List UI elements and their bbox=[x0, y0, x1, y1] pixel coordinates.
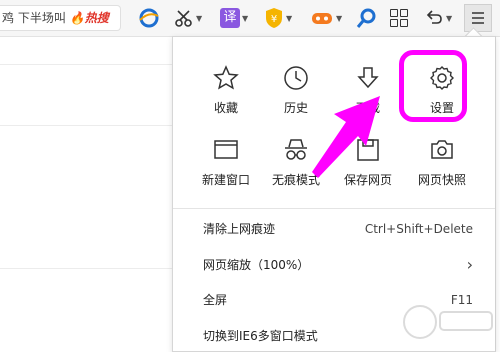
chevron-down-icon: ▼ bbox=[286, 13, 293, 23]
ie6-mode-label: 切换到IE6多窗口模式 bbox=[203, 329, 318, 343]
menu-button[interactable] bbox=[464, 4, 492, 32]
scissors-icon[interactable]: ▼ bbox=[174, 6, 202, 30]
search-icon[interactable] bbox=[356, 6, 378, 30]
translate-icon: 译 bbox=[220, 8, 240, 28]
clear-traces-shortcut: Ctrl+Shift+Delete bbox=[364, 222, 473, 236]
new-window-button[interactable]: 新建窗口 bbox=[191, 135, 261, 199]
shield-icon[interactable]: ¥ ▼ bbox=[264, 6, 292, 30]
clear-traces-item[interactable]: 清除上网痕迹 Ctrl+Shift+Delete bbox=[173, 214, 495, 244]
zoom-item[interactable]: 网页缩放（100%） › bbox=[173, 250, 495, 280]
menu-icon bbox=[472, 12, 484, 24]
favorites-label: 收藏 bbox=[213, 101, 238, 115]
camera-icon bbox=[429, 137, 455, 163]
chevron-down-icon: ▼ bbox=[242, 13, 249, 23]
download-icon bbox=[355, 65, 381, 91]
snapshot-button[interactable]: 网页快照 bbox=[407, 135, 477, 199]
clock-icon bbox=[283, 65, 309, 91]
snapshot-label: 网页快照 bbox=[417, 173, 466, 187]
page-divider bbox=[0, 268, 172, 269]
page-divider bbox=[0, 125, 172, 126]
chevron-down-icon: ▼ bbox=[446, 13, 453, 23]
annotation-arrow-icon bbox=[312, 96, 380, 178]
apps-icon[interactable] bbox=[390, 6, 408, 30]
star-icon bbox=[213, 65, 239, 91]
chevron-right-icon: › bbox=[466, 255, 473, 274]
flame-icon: 🔥 bbox=[69, 11, 85, 25]
hot-search-box[interactable]: 鸡 下半场叫 🔥热搜 bbox=[0, 5, 121, 31]
browser-toolbar: 鸡 下半场叫 🔥热搜 ▼ 译 ▼ ¥ ▼ ▼ ▼ bbox=[0, 0, 500, 37]
svg-text:¥: ¥ bbox=[271, 14, 277, 25]
fullscreen-label: 全屏 bbox=[203, 293, 228, 307]
game-icon[interactable]: ▼ bbox=[310, 6, 342, 30]
chevron-down-icon: ▼ bbox=[336, 13, 343, 23]
menu-separator bbox=[173, 208, 495, 209]
undo-icon[interactable]: ▼ bbox=[424, 6, 452, 30]
translate-button[interactable]: 译 ▼ bbox=[220, 6, 248, 30]
zoom-label: 网页缩放（100%） bbox=[203, 258, 310, 272]
page-divider bbox=[0, 64, 172, 65]
window-icon bbox=[213, 137, 239, 163]
clear-traces-label: 清除上网痕迹 bbox=[203, 222, 276, 236]
hot-search-text: 鸡 下半场叫 bbox=[2, 11, 66, 25]
favorites-button[interactable]: 收藏 bbox=[191, 63, 261, 127]
new-window-label: 新建窗口 bbox=[201, 173, 250, 187]
watermark-logo bbox=[403, 305, 493, 339]
ie-icon[interactable] bbox=[138, 6, 160, 30]
hot-search-badge: 🔥热搜 bbox=[69, 11, 109, 25]
chevron-down-icon: ▼ bbox=[196, 13, 203, 23]
